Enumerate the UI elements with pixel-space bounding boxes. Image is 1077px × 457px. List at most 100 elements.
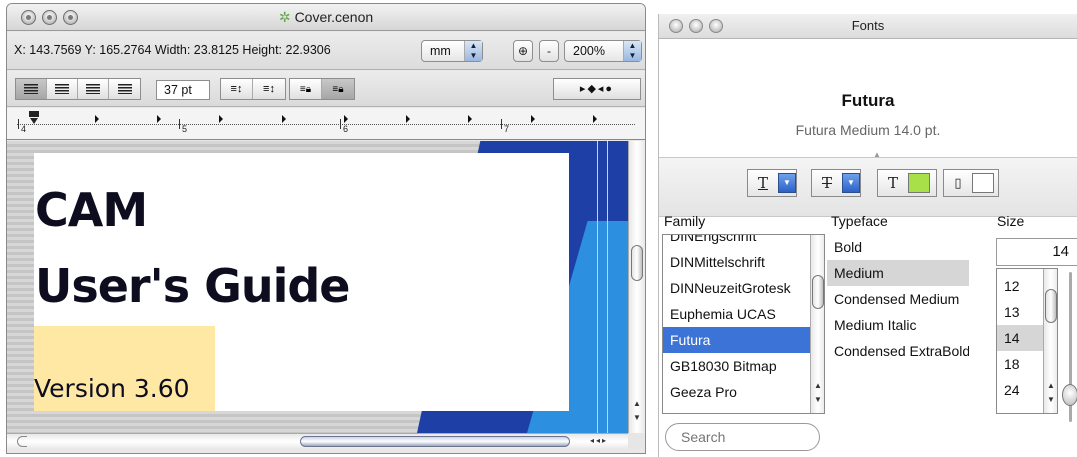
family-list-scrollbar[interactable]: ▲ ▼ <box>810 235 824 413</box>
document-color-button[interactable]: ▯ <box>943 169 999 197</box>
cover-title-guide[interactable]: User's Guide <box>35 259 350 313</box>
align-justify-button[interactable] <box>78 79 109 99</box>
align-right-button[interactable] <box>109 79 140 99</box>
align-center-button[interactable] <box>47 79 78 99</box>
family-item[interactable]: Geeza Pro <box>663 379 824 405</box>
text-color-swatch <box>908 173 930 193</box>
window-title: ✲ Cover.cenon <box>7 9 645 26</box>
zoom-in-button[interactable]: ⊕ <box>513 40 533 62</box>
stepper-arrows-icon: ▲ ▼ <box>623 41 641 61</box>
resize-grip-icon[interactable] <box>628 433 645 449</box>
typeface-column-header: Typeface <box>831 213 888 229</box>
align-center-icon <box>55 84 69 94</box>
unit-select[interactable]: mm ▲ ▼ <box>421 40 483 62</box>
scroll-down-arrow-icon[interactable]: ▼ <box>1044 395 1057 407</box>
underline-menu[interactable]: T ▼ <box>747 169 797 197</box>
tab-stop-marker[interactable] <box>95 115 99 123</box>
scroll-up-arrow-icon[interactable]: ▲ <box>811 381 824 393</box>
size-slider[interactable] <box>1062 272 1077 432</box>
typeface-item[interactable]: Medium Italic <box>827 312 969 338</box>
tab-stop-selector[interactable]: ▸◆◂● <box>553 78 641 100</box>
align-left-icon <box>24 84 38 94</box>
size-column-header: Size <box>997 213 1025 229</box>
scroll-up-arrow-icon[interactable]: ▲ <box>1044 381 1057 393</box>
size-input[interactable]: 14 <box>996 238 1077 266</box>
fonts-panel: Fonts Futura Futura Medium 14.0 pt. ▲ T … <box>658 14 1077 457</box>
typeface-item-selected[interactable]: Medium <box>827 260 969 286</box>
paragraph-spacing-button[interactable]: ≡↕ <box>253 79 285 99</box>
underline-icon: T <box>757 174 768 192</box>
scroll-down-arrow-icon[interactable]: ▼ <box>811 395 824 407</box>
family-item-selected[interactable]: Futura <box>663 327 824 353</box>
horizontal-ruler[interactable]: 4 5 6 7 <box>7 108 645 140</box>
align-right-icon <box>117 84 132 94</box>
cover-version[interactable]: Version 3.60 <box>34 374 190 403</box>
align-left-button[interactable] <box>16 79 47 99</box>
typeface-item[interactable]: Condensed Medium <box>827 286 969 312</box>
dropdown-arrow-icon: ▼ <box>778 173 796 193</box>
family-item[interactable]: DINNeuzeitGrotesk <box>663 275 824 301</box>
family-item[interactable]: Euphemia UCAS <box>663 301 824 327</box>
typeface-item[interactable]: Bold <box>827 234 969 260</box>
strikethrough-icon: T <box>821 174 832 192</box>
typeface-list[interactable]: Bold Medium Condensed Medium Medium Ital… <box>827 234 969 414</box>
fill-lock-button[interactable]: ≡🔒︎ <box>322 79 354 99</box>
tab-stop-marker[interactable] <box>157 115 161 123</box>
align-justify-icon <box>86 84 100 94</box>
tab-stop-marker[interactable] <box>531 115 535 123</box>
font-search-input[interactable] <box>681 429 811 445</box>
vertical-scrollbar[interactable]: ▲ ▼ <box>628 141 645 433</box>
scroll-up-arrow-icon[interactable]: ▲ <box>629 399 645 411</box>
first-line-indent-marker[interactable] <box>29 111 39 117</box>
document-color-swatch <box>972 173 994 193</box>
font-size-field[interactable]: 37 pt <box>156 80 210 100</box>
family-scroll-thumb[interactable] <box>812 275 824 309</box>
ruler-label: 6 <box>343 124 349 134</box>
alignment-segmented-control[interactable] <box>15 78 141 100</box>
tab-stop-marker[interactable] <box>282 115 286 123</box>
format-toolbar: 37 pt ≡↕ ≡↕ ≡🔒︎ ≡🔒︎ ▸◆◂● <box>7 71 645 107</box>
window-title-text: Cover.cenon <box>294 9 374 25</box>
line-spacing-button[interactable]: ≡↕ <box>221 79 253 99</box>
zoom-in-icon: ⊕ <box>517 44 529 58</box>
tab-stop-marker[interactable] <box>593 115 597 123</box>
family-item[interactable]: GB18030 Bitmap <box>663 353 824 379</box>
vertical-scroll-thumb[interactable] <box>631 245 643 281</box>
tab-stop-marker[interactable] <box>468 115 472 123</box>
family-column-header: Family <box>664 213 706 229</box>
horizontal-scroll-thumb[interactable] <box>300 436 570 447</box>
cover-title-cam[interactable]: CAM <box>35 183 148 237</box>
size-slider-knob[interactable] <box>1062 384 1077 406</box>
zoom-select-value: 200% <box>573 44 605 58</box>
tab-stop-marker[interactable] <box>219 115 223 123</box>
document-titlebar[interactable]: ✲ Cover.cenon <box>7 4 645 31</box>
text-lock-button[interactable]: ≡🔒︎ <box>290 79 322 99</box>
zoom-select[interactable]: 200% ▲ ▼ <box>564 40 642 62</box>
family-list[interactable]: DINEngschrift DINMittelschrift DINNeuzei… <box>662 234 825 414</box>
scroll-down-arrow-icon[interactable]: ▼ <box>629 413 645 425</box>
typeface-item[interactable]: Condensed ExtraBold <box>827 338 969 364</box>
fonts-panel-title: Fonts <box>851 18 885 33</box>
size-scroll-thumb[interactable] <box>1045 289 1057 323</box>
family-item[interactable]: Geneva <box>663 405 824 413</box>
tab-stop-marker[interactable] <box>344 115 348 123</box>
text-lock-icon: ≡🔒︎ <box>299 83 312 95</box>
horizontal-scrollbar[interactable]: ◂◂▸ <box>7 433 628 449</box>
ruler-baseline <box>17 124 635 125</box>
text-color-button[interactable]: T <box>877 169 937 197</box>
size-list[interactable]: 12 13 14 18 24 ▲ ▼ <box>996 268 1058 414</box>
lock-control[interactable]: ≡🔒︎ ≡🔒︎ <box>289 78 355 100</box>
spacing-control[interactable]: ≡↕ ≡↕ <box>220 78 286 100</box>
family-item[interactable]: DINMittelschrift <box>663 249 824 275</box>
zoom-out-button[interactable]: - <box>539 40 559 62</box>
scroll-left-right-arrows-icon[interactable]: ◂◂▸ <box>590 436 608 445</box>
font-search-field[interactable] <box>665 423 820 451</box>
document-canvas[interactable]: CAM User's Guide Version 3.60 <box>7 141 628 433</box>
paragraph-spacing-icon: ≡↕ <box>263 83 275 95</box>
family-item[interactable]: DINEngschrift <box>663 235 824 249</box>
document-window: ✲ Cover.cenon X: 143.7569 Y: 165.2764 Wid… <box>6 3 646 454</box>
size-list-scrollbar[interactable]: ▲ ▼ <box>1043 269 1057 413</box>
fonts-titlebar[interactable]: Fonts <box>659 14 1077 39</box>
tab-stop-marker[interactable] <box>406 115 410 123</box>
strikethrough-menu[interactable]: T ▼ <box>811 169 861 197</box>
